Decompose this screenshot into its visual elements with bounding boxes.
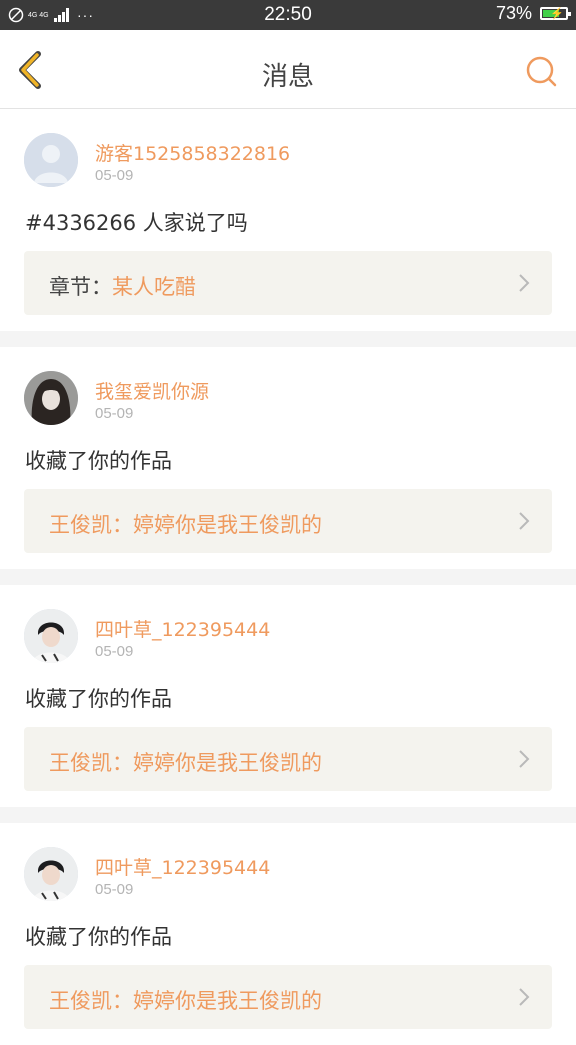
reference-title: 王俊凯：婷婷你是我王俊凯的 (49, 513, 322, 537)
username[interactable]: 四叶草_122395444 (95, 853, 270, 880)
reference-title: 王俊凯：婷婷你是我王俊凯的 (49, 989, 322, 1013)
username[interactable]: 四叶草_122395444 (95, 615, 270, 642)
header-bar: 消息 (0, 30, 576, 109)
work-reference-link[interactable]: 王俊凯：婷婷你是我王俊凯的 (24, 727, 552, 791)
message-card[interactable]: 我玺爱凯你源 05-09 收藏了你的作品 王俊凯：婷婷你是我王俊凯的 (0, 347, 576, 569)
chevron-right-icon (519, 512, 530, 530)
reference-title: 王俊凯：婷婷你是我王俊凯的 (49, 751, 322, 775)
work-reference-link[interactable]: 王俊凯：婷婷你是我王俊凯的 (24, 489, 552, 553)
message-card[interactable]: 四叶草_122395444 05-09 收藏了你的作品 王俊凯：婷婷你是我王俊凯… (0, 823, 576, 1045)
avatar[interactable] (24, 609, 78, 663)
reference-text: 章节：某人吃醋 (49, 271, 196, 301)
status-time: 22:50 (264, 4, 312, 25)
message-card[interactable]: 游客1525858322816 05-09 #4336266 人家说了吗 章节：… (0, 109, 576, 331)
reference-title: 某人吃醋 (112, 275, 196, 299)
reference-text: 王俊凯：婷婷你是我王俊凯的 (49, 747, 322, 777)
battery-percent: 73% (495, 3, 532, 23)
work-reference-link[interactable]: 王俊凯：婷婷你是我王俊凯的 (24, 965, 552, 1029)
message-date: 05-09 (95, 167, 134, 184)
message-text: 收藏了你的作品 (25, 925, 172, 949)
battery-icon: ⚡ (540, 7, 571, 20)
chevron-right-icon (519, 988, 530, 1006)
message-text: 收藏了你的作品 (25, 449, 172, 473)
avatar[interactable] (24, 133, 78, 187)
username[interactable]: 游客1525858322816 (95, 139, 290, 166)
message-card[interactable]: 四叶草_122395444 05-09 收藏了你的作品 王俊凯：婷婷你是我王俊凯… (0, 585, 576, 807)
message-list: 游客1525858322816 05-09 #4336266 人家说了吗 章节：… (0, 109, 576, 1045)
message-date: 05-09 (95, 643, 134, 660)
message-date: 05-09 (95, 881, 134, 898)
message-text: 收藏了你的作品 (25, 687, 172, 711)
avatar[interactable] (24, 847, 78, 901)
username[interactable]: 我玺爱凯你源 (95, 377, 209, 404)
message-date: 05-09 (95, 405, 134, 422)
work-reference-link[interactable]: 章节：某人吃醋 (24, 251, 552, 315)
status-right: 73% ⚡ (495, 3, 571, 24)
chevron-right-icon (519, 750, 530, 768)
avatar[interactable] (24, 371, 78, 425)
reference-text: 王俊凯：婷婷你是我王俊凯的 (49, 509, 322, 539)
message-text: #4336266 人家说了吗 (25, 211, 248, 235)
page-title: 消息 (261, 62, 314, 92)
reference-prefix: 章节： (49, 275, 112, 299)
search-icon[interactable] (524, 54, 558, 88)
reference-text: 王俊凯：婷婷你是我王俊凯的 (49, 985, 322, 1015)
chevron-right-icon (519, 274, 530, 292)
status-bar: 4G 4G ··· 22:50 73% ⚡ (0, 0, 576, 30)
